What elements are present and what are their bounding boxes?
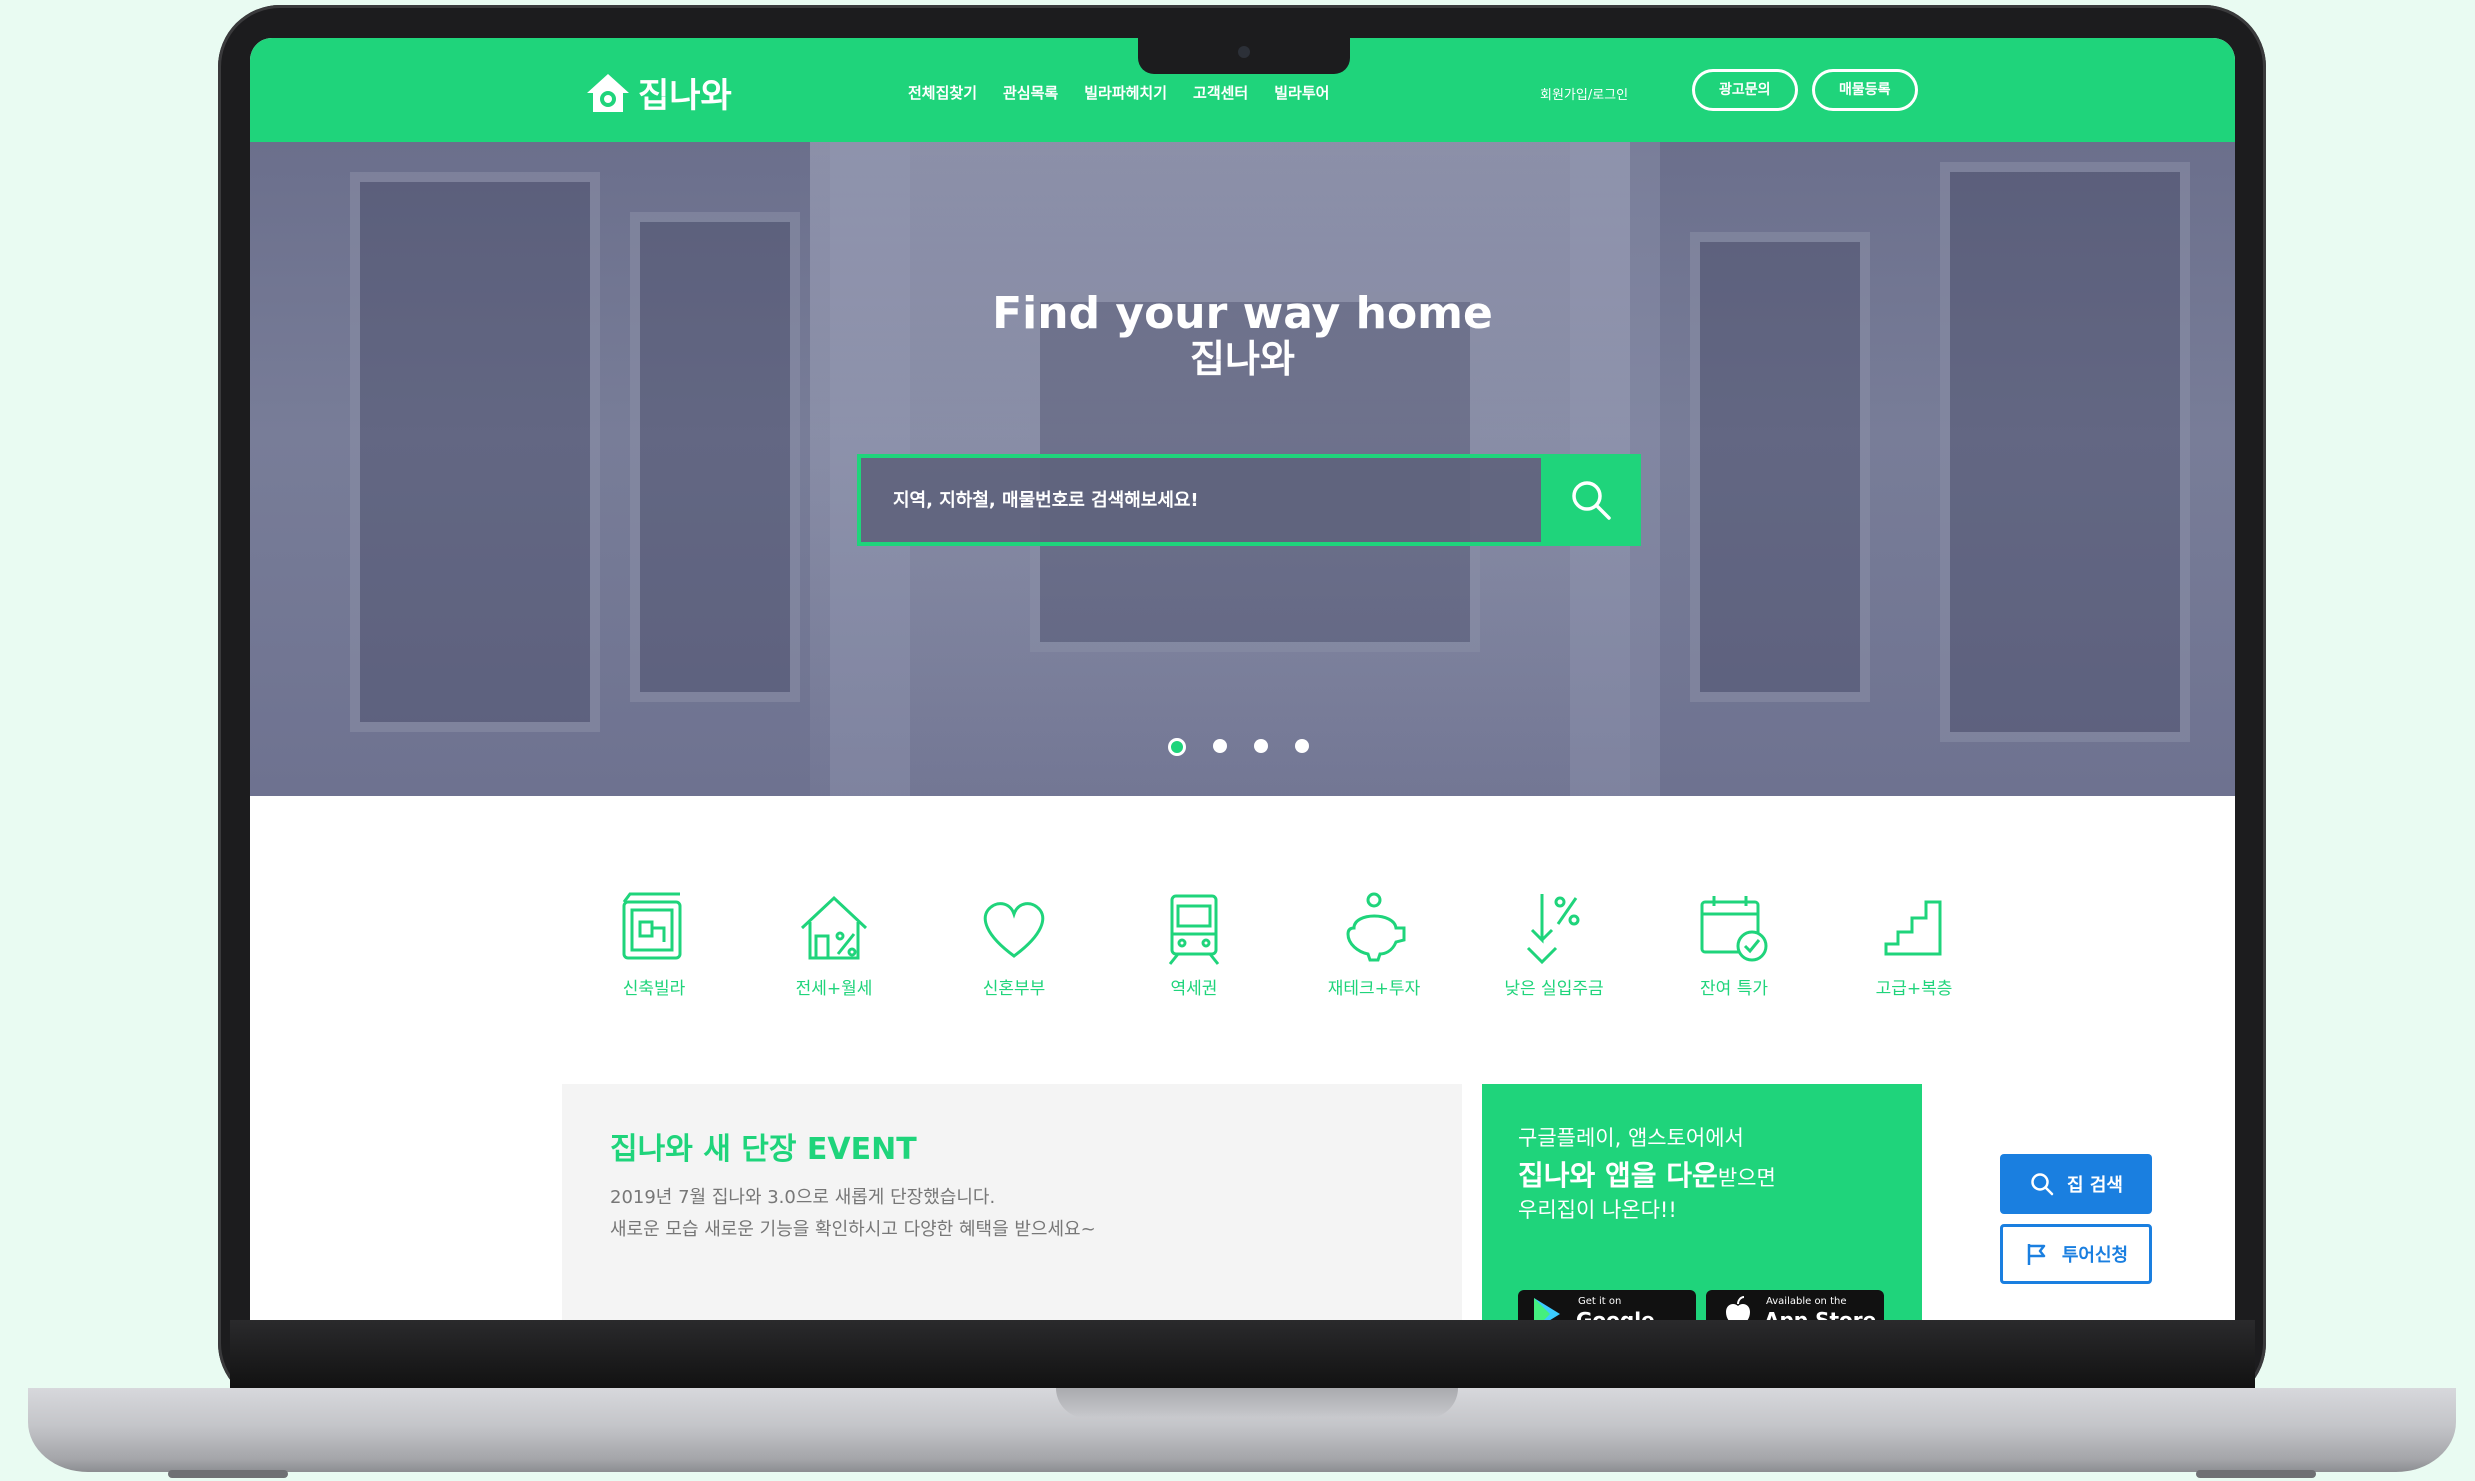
- search-button[interactable]: [1541, 454, 1641, 546]
- logo-text: 집나와: [638, 76, 732, 116]
- carousel-dot-3[interactable]: [1254, 739, 1268, 753]
- event-line-2: 새로운 모습 새로운 기능을 확인하시고 다양한 혜택을 받으세요~: [610, 1219, 1096, 1240]
- category-station-area[interactable]: 역세권: [1104, 888, 1284, 999]
- google-play-badge[interactable]: Get it on Google Play: [1518, 1290, 1696, 1320]
- category-investment[interactable]: 재테크+투자: [1284, 888, 1464, 999]
- category-newlywed[interactable]: 신혼부부: [924, 888, 1104, 999]
- new-villa-icon: [622, 892, 682, 960]
- nav-villa-explore[interactable]: 빌라파헤치기: [1084, 82, 1167, 103]
- logo[interactable]: 집나와: [584, 68, 732, 117]
- app-store-badge[interactable]: Available on the App Store: [1706, 1290, 1884, 1320]
- login-link[interactable]: 회원가입/로그인: [1540, 84, 1628, 103]
- category-label: 역세권: [1170, 979, 1218, 999]
- hero-banner: Find your way home 집나와: [250, 142, 2235, 796]
- search-icon: [1572, 481, 1611, 520]
- category-list: 신축빌라 전세+월세 신혼부부 역세권 재테크+투자 낮은 실입주금 잔여 특가…: [564, 888, 2004, 999]
- category-label: 신혼부부: [982, 979, 1046, 999]
- category-label: 전세+월세: [795, 979, 873, 999]
- app-promo-line-3: 우리집이 나온다!!: [1518, 1198, 1677, 1222]
- house-logo-icon: [587, 73, 629, 112]
- laptop-base: [28, 1388, 2456, 1478]
- app-store-big: App Store: [1764, 1308, 1877, 1320]
- down-percent-icon: [1526, 894, 1580, 965]
- google-play-icon: [1534, 1298, 1560, 1320]
- hero-window-left: [350, 172, 600, 732]
- tour-request-button[interactable]: 투어신청: [2000, 1224, 2152, 1284]
- nav-customer-center[interactable]: 고객센터: [1193, 82, 1248, 103]
- camera-icon: [1238, 46, 1250, 58]
- carousel-dot-4[interactable]: [1295, 739, 1309, 753]
- app-promo-rest: 받으면: [1717, 1166, 1776, 1190]
- category-label: 재테크+투자: [1327, 979, 1421, 999]
- laptop-foot-left: [168, 1470, 288, 1478]
- apple-icon: [1726, 1296, 1750, 1320]
- category-label: 신축빌라: [622, 979, 686, 999]
- nav-favorites[interactable]: 관심목록: [1003, 82, 1058, 103]
- laptop-chin: [230, 1320, 2255, 1390]
- app-promo-bold: 집나와 앱을 다운: [1518, 1159, 1718, 1192]
- app-promo-line-1: 구글플레이, 앱스토어에서: [1518, 1126, 1744, 1150]
- app-download-card: 구글플레이, 앱스토어에서 집나와 앱을 다운받으면 우리집이 나온다!! Ge…: [1482, 1084, 1922, 1320]
- category-label: 잔여 특가: [1700, 979, 1768, 999]
- stairs-icon: [1884, 900, 1942, 956]
- event-title: 집나와 새 단장 EVENT: [610, 1132, 917, 1167]
- carousel-dots: [1168, 738, 1309, 756]
- calendar-check-icon: [1700, 896, 1768, 962]
- carousel-dot-1[interactable]: [1168, 738, 1186, 756]
- flag-icon: [2027, 1244, 2046, 1265]
- category-jeonse-wolse[interactable]: 전세+월세: [744, 888, 924, 999]
- lid-groove: [1056, 1388, 1458, 1418]
- category-luxury-duplex[interactable]: 고급+복층: [1824, 888, 2004, 999]
- category-label: 고급+복층: [1875, 979, 1953, 999]
- category-remaining-special[interactable]: 잔여 특가: [1644, 888, 1824, 999]
- house-search-label: 집 검색: [2067, 1175, 2123, 1196]
- laptop-screen: 집나와 전체집찾기 관심목록 빌라파헤치기 고객센터 빌라투어 회원가입/로그인…: [250, 38, 2235, 1320]
- app-promo-line-2: 집나와 앱을 다운받으면: [1518, 1154, 1776, 1194]
- house-search-button[interactable]: 집 검색: [2000, 1154, 2152, 1214]
- search-input[interactable]: [861, 458, 1543, 542]
- category-low-deposit[interactable]: 낮은 실입주금: [1464, 888, 1644, 999]
- hero-window-left-2: [630, 212, 800, 702]
- camera-notch: [1138, 36, 1350, 74]
- search-box: [857, 454, 1641, 546]
- google-play-big: Google Play: [1576, 1308, 1655, 1320]
- tour-request-label: 투어신청: [2061, 1245, 2129, 1266]
- laptop-foot-right: [2196, 1470, 2316, 1478]
- category-label: 낮은 실입주금: [1504, 979, 1604, 999]
- carousel-dot-2[interactable]: [1213, 739, 1227, 753]
- category-new-villa[interactable]: 신축빌라: [564, 888, 744, 999]
- hero-title: Find your way home: [992, 288, 1493, 339]
- event-description: 2019년 7월 집나와 3.0으로 새롭게 단장했습니다. 새로운 모습 새로…: [610, 1182, 1096, 1246]
- app-store-small: Available on the: [1766, 1296, 1847, 1307]
- event-card[interactable]: 집나와 새 단장 EVENT 2019년 7월 집나와 3.0으로 새롭게 단장…: [562, 1084, 1462, 1320]
- main-nav: 전체집찾기 관심목록 빌라파헤치기 고객센터 빌라투어: [908, 82, 1355, 103]
- ad-inquiry-button[interactable]: 광고문의: [1692, 69, 1798, 111]
- hero-window-right: [1940, 162, 2190, 742]
- heart-icon: [983, 902, 1045, 958]
- register-listing-button[interactable]: 매물등록: [1812, 69, 1918, 111]
- hero-subtitle: 집나와: [1190, 337, 1295, 381]
- piggy-bank-icon: [1346, 892, 1406, 962]
- event-line-1: 2019년 7월 집나와 3.0으로 새롭게 단장했습니다.: [610, 1187, 996, 1208]
- house-percent-icon: [800, 895, 868, 960]
- nav-find-all[interactable]: 전체집찾기: [908, 82, 977, 103]
- google-play-small: Get it on: [1578, 1296, 1622, 1307]
- train-icon: [1168, 894, 1220, 965]
- nav-villa-tour[interactable]: 빌라투어: [1274, 82, 1329, 103]
- search-icon: [2031, 1173, 2054, 1196]
